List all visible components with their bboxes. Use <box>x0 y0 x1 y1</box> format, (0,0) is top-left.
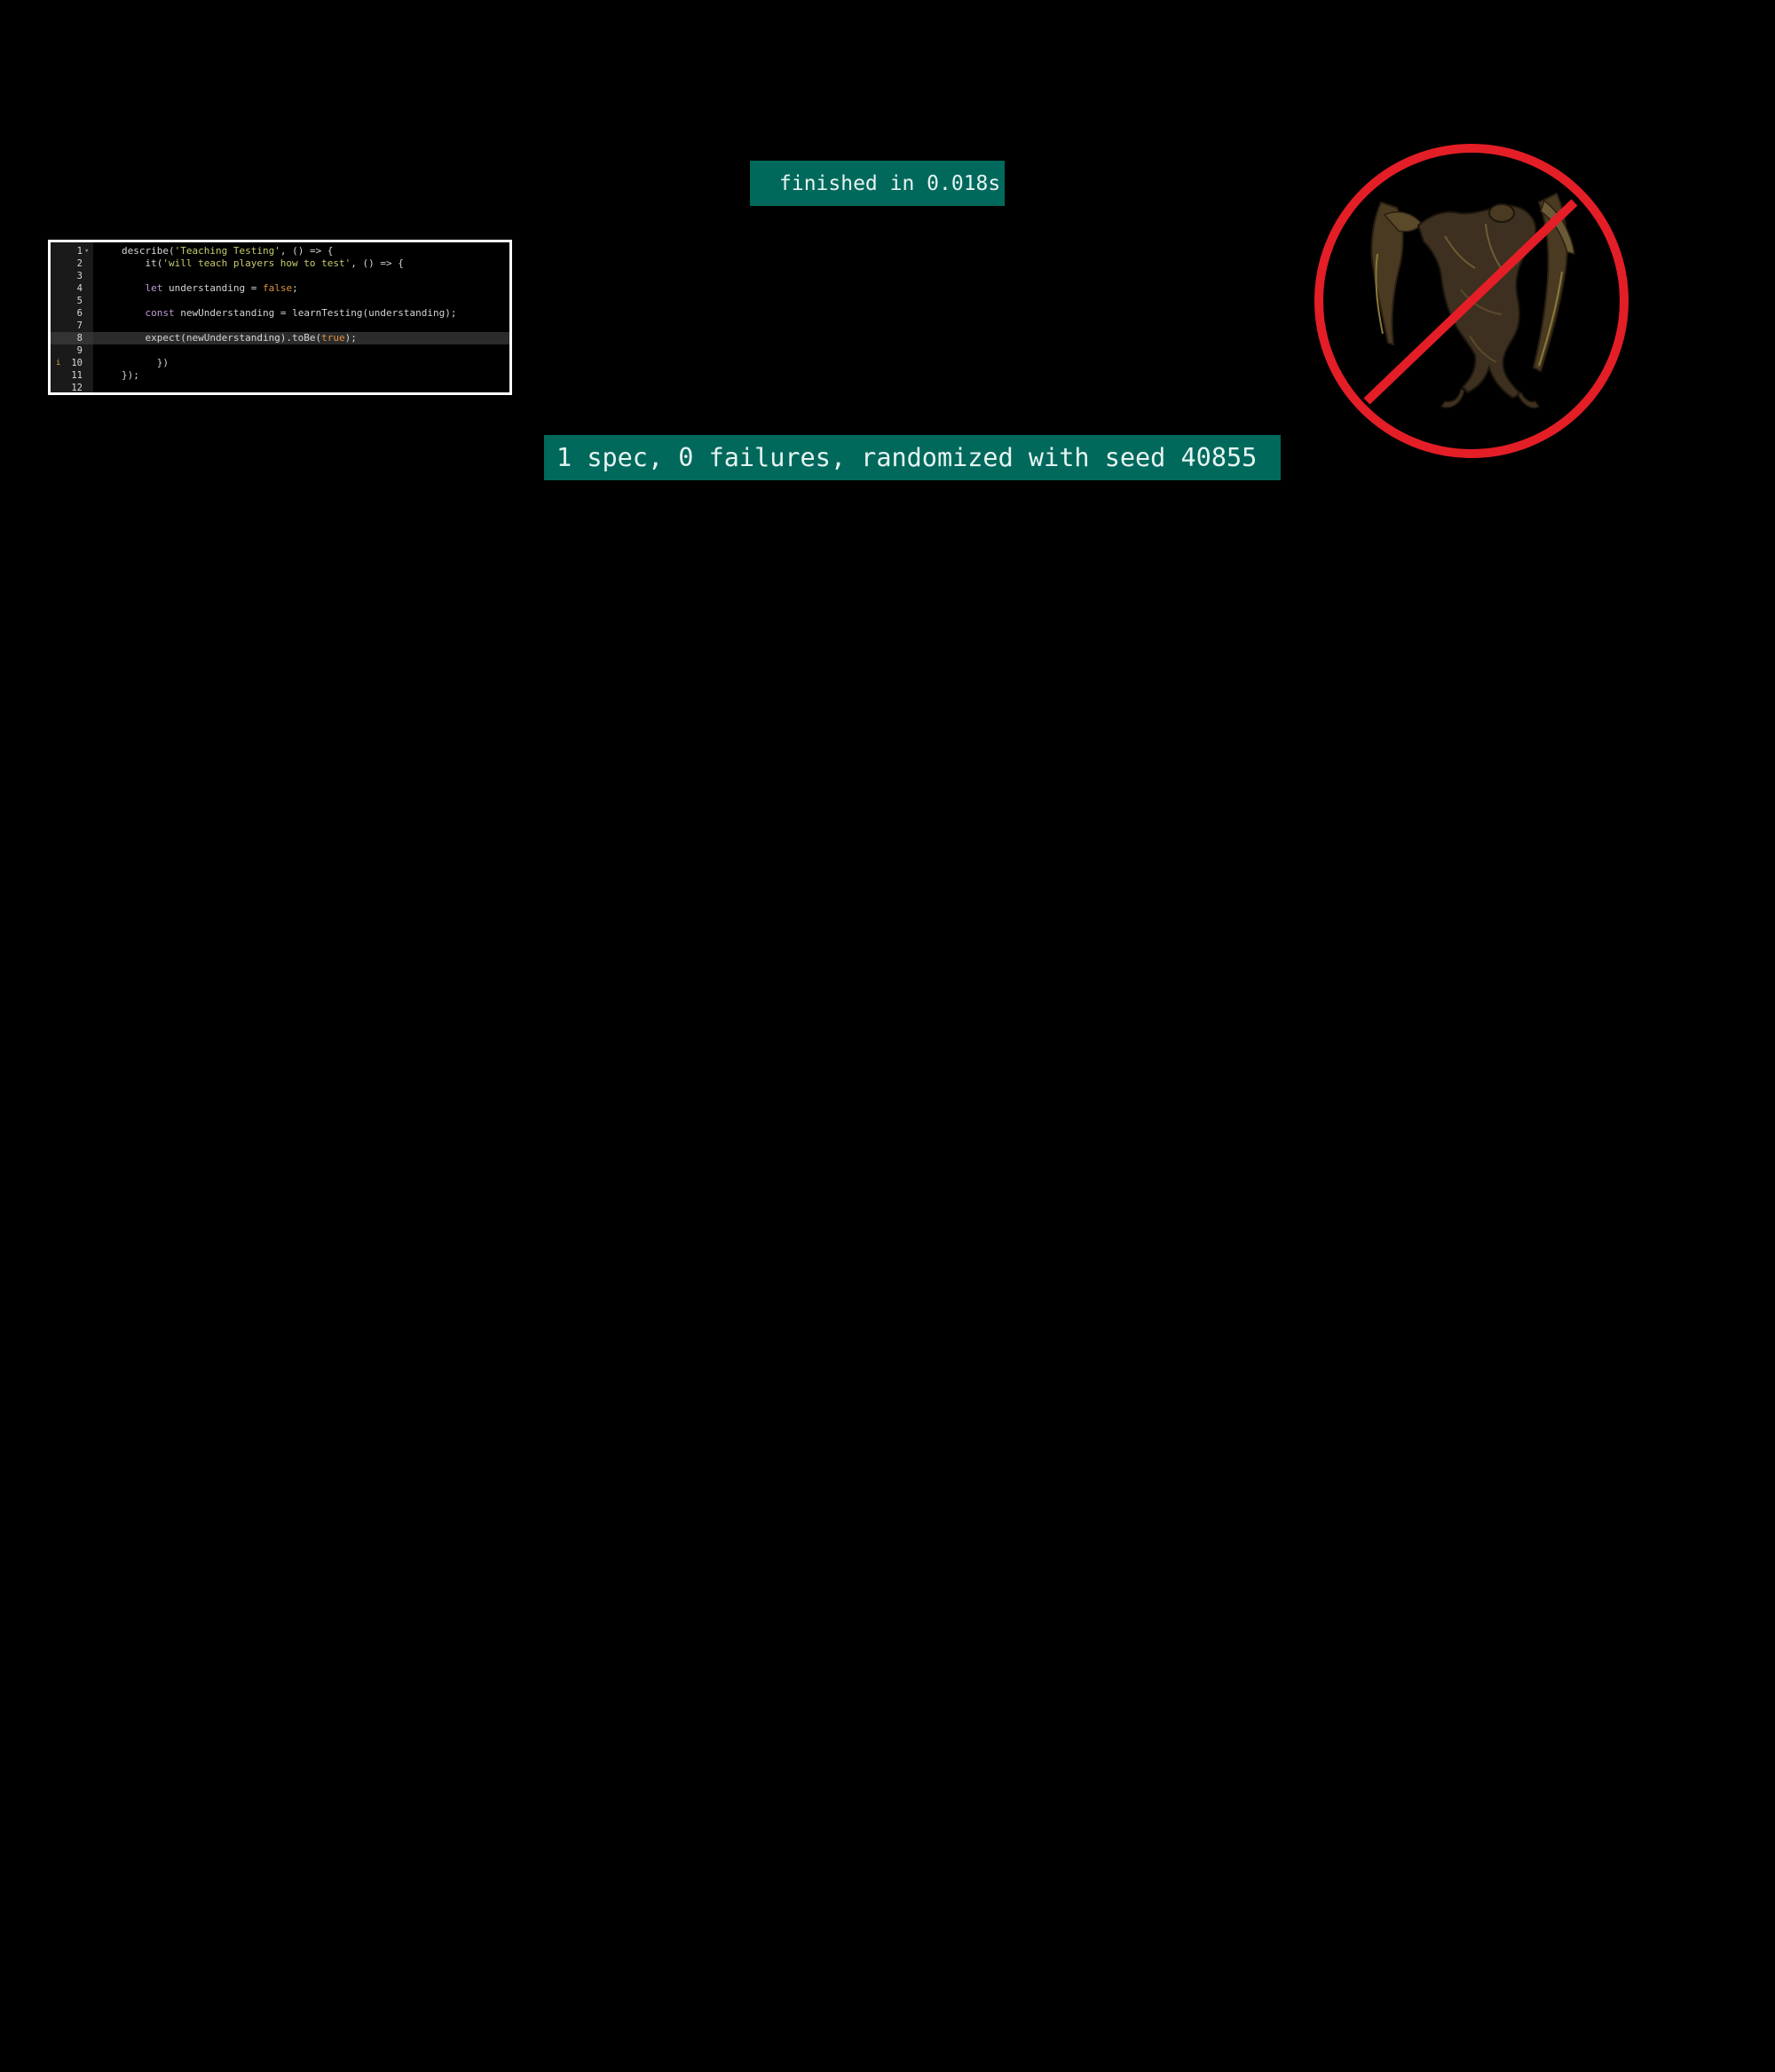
line-number: 6 <box>76 308 83 319</box>
code-text[interactable]: expect(newUnderstanding).toBe(true); <box>122 332 357 344</box>
code-token: }) <box>122 357 169 368</box>
code-token: ; <box>292 282 298 294</box>
line-number: 5 <box>76 296 83 306</box>
code-token: , () => { <box>280 245 334 257</box>
code-text[interactable]: it('will teach players how to test', () … <box>122 257 404 270</box>
code-lines: 1 ▾ describe('Teaching Testing', () => {2 … <box>51 245 509 393</box>
code-line: i 10 }) <box>51 357 509 369</box>
code-line: 6 const newUnderstanding = learnTesting(… <box>51 307 509 320</box>
code-token: 'will teach players how to test' <box>162 257 351 269</box>
code-token: const <box>145 307 175 319</box>
code-text[interactable]: describe('Teaching Testing', () => { <box>122 245 333 257</box>
code-token: true <box>321 332 345 344</box>
code-token: newUnderstanding = learnTesting(understa… <box>174 307 457 319</box>
code-text[interactable]: let understanding = false; <box>122 282 298 295</box>
spec-summary-banner: 1 spec, 0 failures, randomized with seed… <box>544 435 1281 480</box>
line-number: 8 <box>76 333 83 344</box>
fold-arrow-icon[interactable]: ▾ <box>84 245 89 257</box>
code-line: 7 <box>51 320 509 332</box>
code-token: expect(newUnderstanding).toBe( <box>122 332 322 344</box>
code-line: 5 <box>51 295 509 307</box>
line-number: 2 <box>76 258 83 269</box>
code-token: ); <box>344 332 357 344</box>
code-text[interactable]: }) <box>122 357 169 369</box>
code-line: 1 ▾ describe('Teaching Testing', () => { <box>51 245 509 257</box>
code-token: false <box>262 282 293 294</box>
line-number: 3 <box>76 271 83 281</box>
code-token: understanding = <box>162 282 263 294</box>
code-line: 8 expect(newUnderstanding).toBe(true); <box>51 332 509 344</box>
code-text[interactable]: const newUnderstanding = learnTesting(un… <box>122 307 457 320</box>
finished-time-label: finished in 0.018s <box>779 171 1001 195</box>
code-line: 3 <box>51 270 509 282</box>
line-number: 4 <box>76 283 83 294</box>
code-line: 9 <box>51 344 509 357</box>
line-number: 10 <box>71 358 83 368</box>
code-line: 11}); <box>51 369 509 382</box>
code-token: describe( <box>122 245 175 257</box>
line-number: 11 <box>71 370 83 381</box>
code-token: let <box>145 282 163 294</box>
code-line: 4 let understanding = false; <box>51 282 509 295</box>
code-token: 'Teaching Testing' <box>174 245 280 257</box>
line-number: 12 <box>71 383 83 393</box>
no-symbol-icon <box>1314 144 1629 458</box>
code-text[interactable]: }); <box>122 369 139 382</box>
line-number: 9 <box>76 345 83 356</box>
code-token: }); <box>122 369 139 381</box>
line-number: 7 <box>76 320 83 331</box>
spec-summary-label: 1 spec, 0 failures, randomized with seed… <box>556 443 1258 472</box>
line-number: 1 <box>76 246 83 257</box>
code-line: 12 <box>51 382 509 393</box>
code-token: it( <box>122 257 163 269</box>
finished-time-banner: finished in 0.018s <box>750 161 1005 206</box>
code-editor-panel: 1 ▾ describe('Teaching Testing', () => {2 … <box>48 240 512 395</box>
prohibited-creature-sign <box>1314 144 1629 458</box>
code-line: 2 it('will teach players how to test', (… <box>51 257 509 270</box>
code-token: , () => { <box>351 257 404 269</box>
